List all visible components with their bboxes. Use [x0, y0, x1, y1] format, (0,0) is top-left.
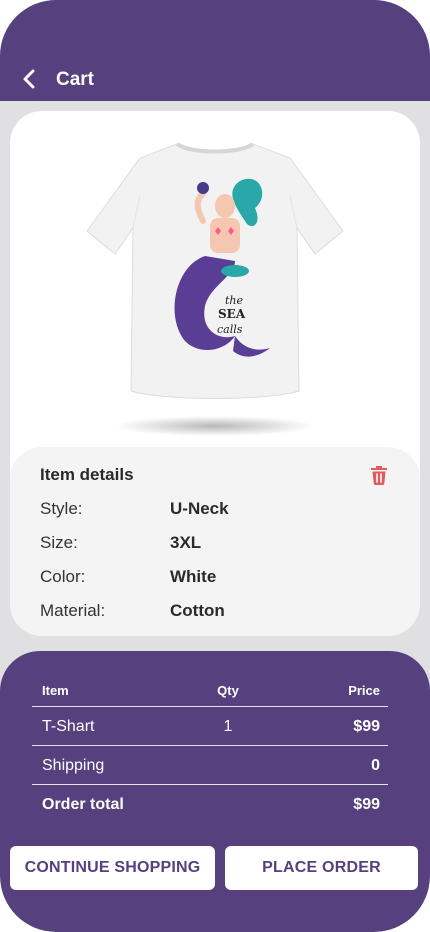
svg-text:the: the — [225, 294, 244, 307]
table-row: Shipping 0 — [32, 746, 388, 785]
order-total-label: Order total — [42, 796, 124, 813]
svg-text:calls: calls — [217, 323, 243, 336]
row-price: $99 — [353, 718, 380, 735]
detail-value: U-Neck — [170, 499, 229, 518]
page-title: Cart — [56, 69, 95, 90]
product-image[interactable]: the SEA calls — [85, 136, 345, 436]
continue-shopping-button[interactable]: CONTINUE SHOPPING — [10, 846, 215, 890]
detail-value: Cotton — [170, 601, 225, 620]
item-details-title: Item details — [40, 465, 134, 484]
trash-icon[interactable] — [367, 463, 391, 487]
detail-label: Style: — [40, 499, 83, 518]
detail-label: Color: — [40, 567, 86, 586]
detail-label: Size: — [40, 533, 78, 552]
detail-value: 3XL — [170, 533, 202, 552]
row-item: T-Shart — [42, 718, 95, 735]
row-item: Shipping — [42, 757, 105, 774]
row-price: 0 — [371, 757, 380, 774]
chevron-left-icon — [23, 69, 35, 89]
table-row: T-Shart 1 $99 — [32, 707, 388, 746]
order-total-price: $99 — [353, 796, 380, 813]
phone-frame: Cart the SEA calls Item details Style: U… — [0, 0, 430, 932]
order-summary-table: Item Qty Price T-Shart 1 $99 Shipping 0 … — [32, 673, 388, 824]
row-qty: 1 — [223, 718, 233, 735]
order-summary-panel: Item Qty Price T-Shart 1 $99 Shipping 0 … — [0, 651, 430, 932]
product-card: the SEA calls Item details Style: U-Neck… — [10, 111, 420, 636]
item-details-panel: Item details Style: U-Neck Size: 3XL Col… — [10, 447, 420, 636]
svg-text:SEA: SEA — [218, 307, 246, 321]
column-header-item: Item — [42, 683, 69, 698]
place-order-button[interactable]: PLACE ORDER — [225, 846, 418, 890]
detail-value: White — [170, 567, 217, 586]
app-header: Cart — [0, 0, 430, 101]
table-header-row: Item Qty Price — [32, 673, 388, 707]
column-header-price: Price — [348, 683, 380, 698]
column-header-qty: Qty — [217, 683, 239, 698]
order-total-row: Order total $99 — [32, 785, 388, 824]
detail-label: Material: — [40, 601, 106, 620]
back-button[interactable] — [14, 64, 44, 94]
